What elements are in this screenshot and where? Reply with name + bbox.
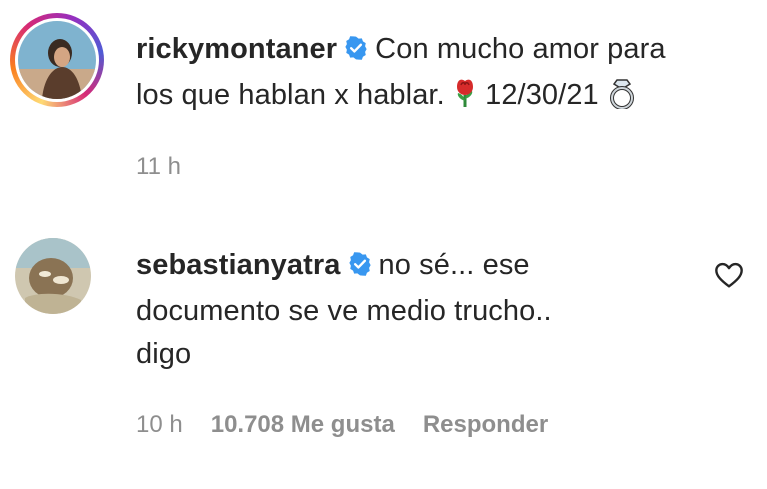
comment-time[interactable]: 10 h <box>136 411 183 439</box>
username[interactable]: sebastianyatra <box>136 249 341 281</box>
verified-badge-icon <box>347 247 373 290</box>
username[interactable]: rickymontaner <box>136 33 337 65</box>
comment-text-line1: no sé... ese <box>378 249 530 281</box>
avatar[interactable] <box>15 238 91 314</box>
verified-badge-icon <box>343 31 369 74</box>
comment-time[interactable]: 11 h <box>136 153 181 181</box>
comment-meta: 11 h <box>136 153 209 181</box>
likes-count[interactable]: 10.708 Me gusta <box>211 411 395 439</box>
ring-icon <box>607 77 637 122</box>
like-heart-icon[interactable] <box>713 259 745 291</box>
comment-body: rickymontaner Con mucho amor para los que… <box>136 28 746 122</box>
rose-icon <box>453 77 477 122</box>
comment-text-line1: Con mucho amor para <box>375 33 666 65</box>
comment-date: 12/30/21 <box>485 79 599 111</box>
reply-button[interactable]: Responder <box>423 411 548 439</box>
story-ring[interactable] <box>10 13 104 107</box>
comment-text-line3: digo <box>136 338 192 370</box>
comment-meta: 10 h 10.708 Me gusta Responder <box>136 411 576 439</box>
comment-text-line2: los que hablan x hablar. <box>136 79 445 111</box>
comment-body: sebastianyatra no sé... ese documento se … <box>136 244 696 376</box>
avatar[interactable] <box>18 21 96 99</box>
comment-text-line2: documento se ve medio trucho.. <box>136 295 552 327</box>
